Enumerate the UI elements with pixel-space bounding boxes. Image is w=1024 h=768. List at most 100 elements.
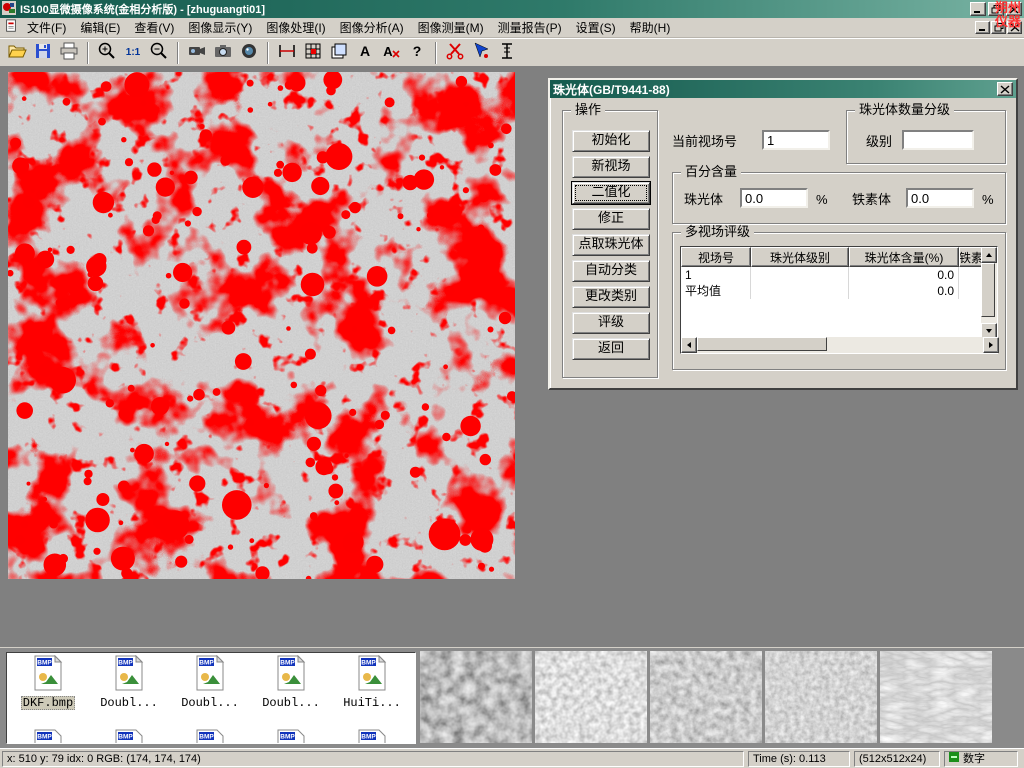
toolbar-separator xyxy=(177,42,179,64)
thumbnail-image[interactable] xyxy=(880,651,992,743)
menu-item-measure-report[interactable]: 测量报告(P) xyxy=(491,17,569,38)
file-item[interactable]: BMP xyxy=(8,729,88,744)
file-item[interactable]: BMP Doubl... xyxy=(89,655,169,727)
thumbnail-strip xyxy=(420,651,992,745)
thumbnail-image[interactable] xyxy=(535,651,647,743)
change-class-button[interactable]: 更改类别 xyxy=(572,286,650,308)
video-capture-button[interactable] xyxy=(184,40,209,65)
zoom-out-button[interactable] xyxy=(146,40,171,65)
close-button[interactable] xyxy=(1006,2,1022,16)
measure-ruler-button[interactable] xyxy=(494,40,519,65)
file-name: Doubl... xyxy=(98,696,160,710)
table-row[interactable]: 1 0.0 xyxy=(681,267,997,283)
table-cell xyxy=(751,283,849,299)
svg-text:BMP: BMP xyxy=(118,734,133,741)
return-button[interactable]: 返回 xyxy=(572,338,650,360)
correct-button[interactable]: 修正 xyxy=(572,208,650,230)
zoom-in-button[interactable] xyxy=(94,40,119,65)
file-item[interactable]: BMP xyxy=(89,729,169,744)
svg-text:A: A xyxy=(383,44,393,59)
dialog-title-bar[interactable]: 珠光体(GB/T9441-88) xyxy=(550,80,1016,98)
grade-button[interactable]: 评级 xyxy=(572,312,650,334)
pearlite-percent-input[interactable] xyxy=(740,188,808,208)
table-cell: 0.0 xyxy=(849,283,959,299)
horizontal-scroll-track[interactable] xyxy=(697,337,983,353)
lens-icon xyxy=(239,41,259,64)
document-icon[interactable] xyxy=(4,19,18,36)
restore-button[interactable] xyxy=(988,2,1004,16)
scroll-left-button[interactable] xyxy=(681,337,697,353)
menu-bar: 文件(F) 编辑(E) 查看(V) 图像显示(Y) 图像处理(I) 图像分析(A… xyxy=(0,18,1024,38)
file-item[interactable]: BMP HuiTi... xyxy=(332,655,412,727)
micrograph-image[interactable] xyxy=(8,72,515,579)
pearlite-regions-fine xyxy=(8,72,515,579)
bmp-file-icon: BMP xyxy=(357,729,387,744)
multi-view-group-label: 多视场评级 xyxy=(681,225,754,239)
thumbnail-image[interactable] xyxy=(420,651,532,743)
vertical-scroll-thumb[interactable] xyxy=(981,263,995,317)
scroll-right-button[interactable] xyxy=(983,337,999,353)
bmp-file-icon: BMP xyxy=(33,729,63,744)
new-view-button[interactable]: 新视场 xyxy=(572,156,650,178)
vertical-scroll-track[interactable] xyxy=(981,263,997,323)
snapshot-button[interactable] xyxy=(210,40,235,65)
delete-annotation-button[interactable]: A xyxy=(378,40,403,65)
svg-text:BMP: BMP xyxy=(361,734,376,741)
pick-pearlite-button[interactable]: 点取珠光体 xyxy=(572,234,650,256)
measure-grid-button[interactable] xyxy=(300,40,325,65)
thumbnail-image[interactable] xyxy=(650,651,762,743)
menu-item-image-analysis[interactable]: 图像分析(A) xyxy=(333,17,411,38)
bmp-file-icon: BMP xyxy=(276,655,306,694)
magnifier-plus-icon xyxy=(97,41,117,64)
mdi-close-button[interactable] xyxy=(1007,21,1022,34)
live-image-button[interactable] xyxy=(236,40,261,65)
menu-item-image-measure[interactable]: 图像测量(M) xyxy=(411,17,491,38)
horizontal-scroll-thumb[interactable] xyxy=(697,337,827,351)
file-item[interactable]: BMP Doubl... xyxy=(170,655,250,727)
multi-view-table: 视场号 珠光体级别 珠光体含量(%) 铁素 1 0.0 平均值 0.0 xyxy=(680,246,998,354)
table-vertical-scrollbar[interactable] xyxy=(981,247,997,339)
mdi-restore-button[interactable] xyxy=(991,21,1006,34)
menu-item-help[interactable]: 帮助(H) xyxy=(623,17,678,38)
table-cell: 0.0 xyxy=(849,267,959,283)
table-horizontal-scrollbar[interactable] xyxy=(681,337,999,353)
init-button[interactable]: 初始化 xyxy=(572,130,650,152)
save-button[interactable] xyxy=(30,40,55,65)
scroll-up-button[interactable] xyxy=(981,247,997,263)
marker-button[interactable] xyxy=(468,40,493,65)
layers-button[interactable] xyxy=(326,40,351,65)
grade-input[interactable] xyxy=(902,130,974,150)
thumbnail-image[interactable] xyxy=(765,651,877,743)
menu-item-view[interactable]: 查看(V) xyxy=(127,17,181,38)
dialog-close-button[interactable] xyxy=(997,82,1013,96)
menu-item-edit[interactable]: 编辑(E) xyxy=(73,17,127,38)
letter-a-x-icon: A xyxy=(381,41,401,64)
annotate-text-button[interactable]: A xyxy=(352,40,377,65)
open-button[interactable] xyxy=(4,40,29,65)
mdi-minimize-button[interactable] xyxy=(975,21,990,34)
help-button[interactable]: ? xyxy=(404,40,429,65)
file-item[interactable]: BMP Doubl... xyxy=(251,655,331,727)
menu-item-settings[interactable]: 设置(S) xyxy=(569,17,623,38)
bmp-file-icon: BMP xyxy=(114,655,144,694)
cut-button[interactable] xyxy=(442,40,467,65)
minimize-button[interactable] xyxy=(970,2,986,16)
table-row[interactable]: 平均值 0.0 xyxy=(681,283,997,299)
pearlite-dialog: 珠光体(GB/T9441-88) 操作 初始化 新视场 二值化 修正 点取珠光体… xyxy=(548,78,1018,390)
current-view-input[interactable] xyxy=(762,130,830,150)
letter-a-icon: A xyxy=(355,41,375,64)
file-item[interactable]: BMP xyxy=(251,729,331,744)
actual-size-button[interactable]: 1:1 xyxy=(120,40,145,65)
binarize-button[interactable]: 二值化 xyxy=(572,182,650,204)
auto-classify-button[interactable]: 自动分类 xyxy=(572,260,650,282)
ferrite-percent-input[interactable] xyxy=(906,188,974,208)
menu-item-image-process[interactable]: 图像处理(I) xyxy=(259,17,332,38)
status-coordinates: x: 510 y: 79 idx: 0 RGB: (174, 174, 174) xyxy=(2,751,744,767)
menu-item-image-display[interactable]: 图像显示(Y) xyxy=(181,17,259,38)
menu-item-file[interactable]: 文件(F) xyxy=(20,17,73,38)
file-item[interactable]: BMP xyxy=(332,729,412,744)
file-item[interactable]: BMP DKF.bmp xyxy=(8,655,88,727)
measure-length-button[interactable] xyxy=(274,40,299,65)
print-button[interactable] xyxy=(56,40,81,65)
file-item[interactable]: BMP xyxy=(170,729,250,744)
